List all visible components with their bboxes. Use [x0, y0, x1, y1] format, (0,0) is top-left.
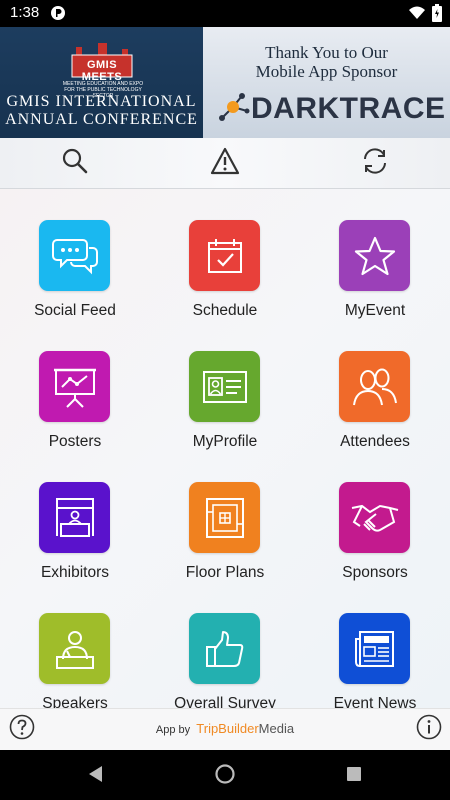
app-notification-icon	[50, 5, 66, 26]
back-icon[interactable]	[86, 764, 104, 789]
brand-secondary: Media	[258, 721, 295, 736]
conference-branding: GMIS MEETS MEETING EDUCATION AND EXPO FO…	[0, 27, 203, 138]
tile-label: Exhibitors	[40, 564, 110, 581]
search-button[interactable]	[55, 146, 95, 180]
status-bar: 1:38	[0, 0, 450, 27]
tile-label: Attendees	[340, 433, 410, 450]
handshake-icon	[339, 482, 410, 553]
id-card-icon	[189, 351, 260, 422]
tile-label: Event News	[333, 695, 417, 708]
footer: App by TripBuilderMedia	[0, 708, 450, 751]
toolbar	[0, 138, 450, 189]
gmis-logo: GMIS MEETS	[70, 43, 134, 83]
home-icon[interactable]	[215, 764, 235, 789]
wifi-icon	[408, 5, 426, 26]
newspaper-icon	[339, 613, 410, 684]
refresh-icon	[360, 147, 390, 180]
tile-label: Social Feed	[34, 302, 116, 319]
tile-exhibitors[interactable]: Exhibitors	[0, 451, 150, 582]
presentation-board-icon	[39, 351, 110, 422]
app-credit: App by TripBuilderMedia	[0, 721, 450, 736]
tile-speakers[interactable]: Speakers	[0, 582, 150, 708]
tile-label: Sponsors	[342, 564, 408, 581]
sponsor-message: Thank You to Our Mobile App Sponsor	[203, 43, 450, 81]
tile-event-news[interactable]: Event News	[300, 582, 450, 708]
sponsor-ad[interactable]: Thank You to Our Mobile App Sponsor DARK…	[203, 27, 450, 138]
tile-label: Overall Survey	[174, 695, 276, 708]
conference-title: GMIS INTERNATIONAL ANNUAL CONFERENCE	[0, 93, 203, 129]
calendar-check-icon	[189, 220, 260, 291]
darktrace-logo-icon	[215, 89, 251, 130]
floor-plan-icon	[189, 482, 260, 553]
sponsor-message-line2: Mobile App Sponsor	[255, 62, 398, 81]
conference-title-line2: ANNUAL CONFERENCE	[5, 111, 198, 128]
tile-attendees[interactable]: Attendees	[300, 320, 450, 451]
conference-title-line1: GMIS INTERNATIONAL	[6, 93, 197, 110]
tile-label: Floor Plans	[185, 564, 265, 581]
info-icon[interactable]	[416, 714, 442, 745]
app-by-label: App by	[155, 724, 191, 736]
tile-label: Posters	[48, 433, 102, 450]
sponsor-message-line1: Thank You to Our	[265, 43, 388, 62]
tile-social-feed[interactable]: Social Feed	[0, 189, 150, 320]
tile-floor-plans[interactable]: Floor Plans	[150, 451, 300, 582]
chat-bubbles-icon	[39, 220, 110, 291]
tile-overall-survey[interactable]: Overall Survey	[150, 582, 300, 708]
alert-icon	[210, 147, 240, 180]
feature-grid: Social Feed Schedule MyEvent Posters MyP…	[0, 189, 450, 708]
tile-schedule[interactable]: Schedule	[150, 189, 300, 320]
tile-sponsors[interactable]: Sponsors	[300, 451, 450, 582]
brand-primary: TripBuilder	[196, 721, 259, 736]
booth-icon	[39, 482, 110, 553]
speaker-podium-icon	[39, 613, 110, 684]
status-time: 1:38	[10, 4, 40, 21]
tile-label: Speakers	[42, 695, 108, 708]
tile-label: Schedule	[192, 302, 258, 319]
thumbs-up-icon	[189, 613, 260, 684]
alerts-button[interactable]	[205, 146, 245, 180]
tile-myprofile[interactable]: MyProfile	[150, 320, 300, 451]
system-nav-bar	[0, 750, 450, 800]
tile-label: MyProfile	[192, 433, 258, 450]
sponsor-name: DARKTRACE	[251, 92, 446, 125]
logo-wordmark: GMIS MEETS	[81, 59, 123, 83]
star-icon	[339, 220, 410, 291]
recents-icon[interactable]	[346, 766, 362, 787]
people-icon	[339, 351, 410, 422]
battery-icon	[432, 4, 442, 27]
tile-label: MyEvent	[344, 302, 406, 319]
refresh-button[interactable]	[355, 146, 395, 180]
tile-myevent[interactable]: MyEvent	[300, 189, 450, 320]
tile-posters[interactable]: Posters	[0, 320, 150, 451]
search-icon	[61, 147, 89, 180]
sponsor-banner[interactable]: GMIS MEETS MEETING EDUCATION AND EXPO FO…	[0, 27, 450, 138]
